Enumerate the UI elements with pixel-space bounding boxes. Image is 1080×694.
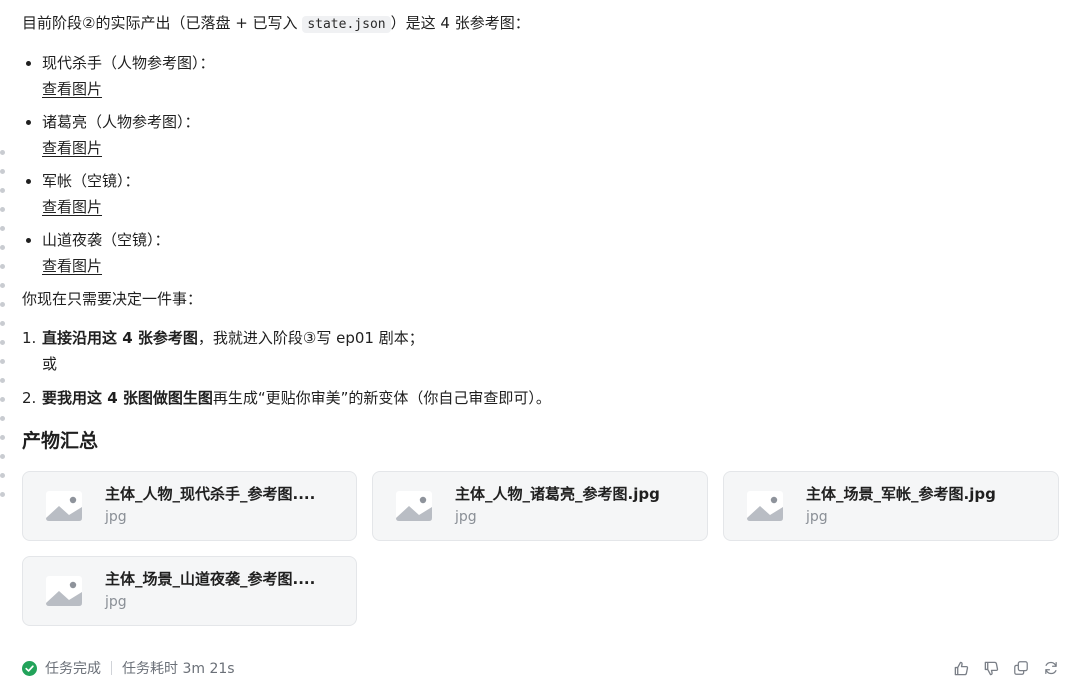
artifact-files: 主体_人物_现代杀手_参考图.... jpg 主体_人物_诸葛亮_参考图.jpg… xyxy=(22,471,1062,626)
reference-label: 军帐（空镜）： xyxy=(42,172,140,190)
inline-code: state.json xyxy=(302,16,391,33)
thumbs-down-icon xyxy=(984,661,998,675)
check-circle-icon xyxy=(22,660,37,676)
reference-label: 山道夜袭（空镜）： xyxy=(42,231,170,249)
reference-label: 现代杀手（人物参考图）： xyxy=(42,54,215,72)
thumbs-up-button[interactable] xyxy=(952,659,970,677)
option-number: 2. xyxy=(22,389,37,407)
decision-text: 你现在只需要决定一件事： xyxy=(22,290,203,308)
option-item: 2. 要我用这 4 张图做图生图再生成“更贴你审美”的新变体（你自己审查即可）。 xyxy=(22,385,1062,411)
image-file-icon xyxy=(396,491,432,521)
option-text: 再生成“更贴你审美”的新变体（你自己审查即可）。 xyxy=(212,389,551,407)
view-image-link[interactable]: 查看图片 xyxy=(42,76,102,102)
thumbs-down-button[interactable] xyxy=(982,659,1000,677)
intro-paragraph: 目前阶段②的实际产出（已落盘 + 已写入 state.json ）是这 4 张参考… xyxy=(22,10,1062,38)
file-card[interactable]: 主体_场景_军帐_参考图.jpg jpg xyxy=(723,471,1059,541)
thumbs-up-icon xyxy=(954,661,968,675)
image-file-icon xyxy=(747,491,783,521)
option-bold-text: 直接沿用这 4 张参考图 xyxy=(42,329,198,347)
option-list: 1. 直接沿用这 4 张参考图，我就进入阶段③写 ep01 剧本； 或 2. 要… xyxy=(22,325,1062,411)
file-name: 主体_人物_现代杀手_参考图.... xyxy=(105,485,316,503)
view-image-link[interactable]: 查看图片 xyxy=(42,135,102,161)
message-footer: 任务完成 任务耗时 3m 21s xyxy=(22,656,1060,680)
edge-scroll-dots xyxy=(0,150,6,530)
option-bold-text: 要我用这 4 张图做图生图 xyxy=(42,389,213,407)
task-status: 任务完成 xyxy=(45,661,101,677)
image-file-icon xyxy=(46,576,82,606)
regenerate-button[interactable] xyxy=(1042,659,1060,677)
divider xyxy=(111,661,112,675)
reference-item: 军帐（空镜）： 查看图片 xyxy=(22,168,1062,220)
file-ext: jpg xyxy=(105,509,127,525)
file-card[interactable]: 主体_人物_诸葛亮_参考图.jpg jpg xyxy=(372,471,708,541)
file-name: 主体_场景_山道夜袭_参考图.... xyxy=(105,570,316,588)
file-name: 主体_场景_军帐_参考图.jpg xyxy=(806,485,996,503)
copy-icon xyxy=(1014,661,1028,675)
regenerate-icon xyxy=(1045,661,1057,675)
option-number: 1. xyxy=(22,329,37,347)
reference-item: 现代杀手（人物参考图）： 查看图片 xyxy=(22,50,1062,102)
reference-label: 诸葛亮（人物参考图）： xyxy=(42,113,200,131)
intro-prefix: 目前阶段②的实际产出（已落盘 + 已写入 xyxy=(22,14,303,32)
file-card[interactable]: 主体_场景_山道夜袭_参考图.... jpg xyxy=(22,556,357,626)
intro-suffix: ）是这 4 张参考图： xyxy=(390,14,530,32)
message-actions xyxy=(952,659,1060,677)
option-item: 1. 直接沿用这 4 张参考图，我就进入阶段③写 ep01 剧本； 或 xyxy=(22,325,1062,377)
image-file-icon xyxy=(46,491,82,521)
file-name: 主体_人物_诸葛亮_参考图.jpg xyxy=(455,485,660,503)
view-image-link[interactable]: 查看图片 xyxy=(42,253,102,279)
file-ext: jpg xyxy=(455,509,477,525)
reference-item: 山道夜袭（空镜）： 查看图片 xyxy=(22,227,1062,279)
view-image-link[interactable]: 查看图片 xyxy=(42,194,102,220)
chat-message-page: 目前阶段②的实际产出（已落盘 + 已写入 state.json ）是这 4 张参考… xyxy=(0,0,1080,694)
artifacts-title: 产物汇总 xyxy=(22,430,99,452)
file-card[interactable]: 主体_人物_现代杀手_参考图.... jpg xyxy=(22,471,357,541)
option-text: ，我就进入阶段③写 ep01 剧本； xyxy=(197,329,424,347)
file-ext: jpg xyxy=(806,509,828,525)
file-ext: jpg xyxy=(105,594,127,610)
reference-list: 现代杀手（人物参考图）： 查看图片 诸葛亮（人物参考图）： 查看图片 军帐（空镜… xyxy=(22,50,1062,279)
assistant-message: 目前阶段②的实际产出（已落盘 + 已写入 state.json ）是这 4 张参考… xyxy=(22,10,1062,626)
task-duration: 任务耗时 3m 21s xyxy=(122,661,235,677)
reference-item: 诸葛亮（人物参考图）： 查看图片 xyxy=(22,109,1062,161)
copy-button[interactable] xyxy=(1012,659,1030,677)
option-or-text: 或 xyxy=(42,355,58,373)
